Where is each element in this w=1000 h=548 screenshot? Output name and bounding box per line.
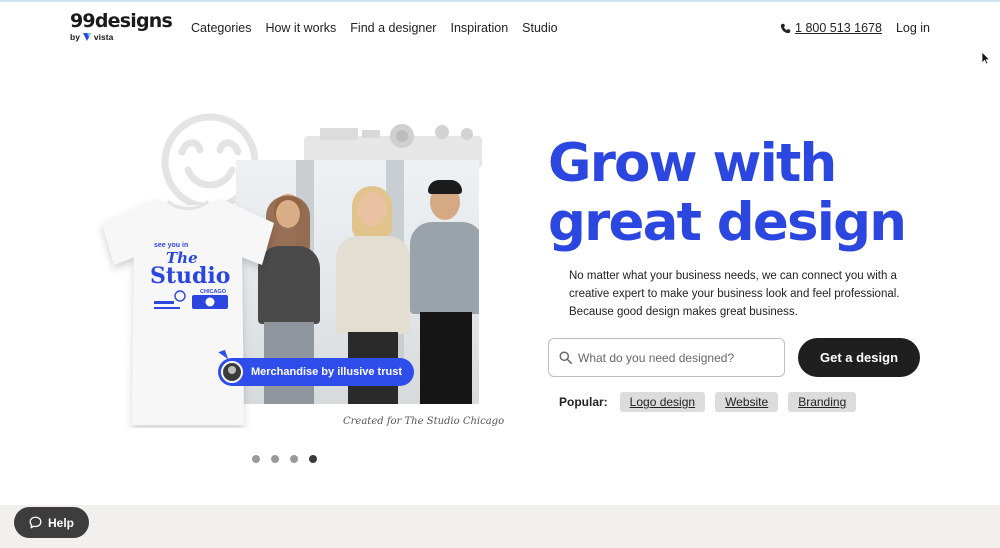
search-input[interactable]: [578, 350, 768, 365]
tshirt-graphic: see you in The Studio CHICAGO: [102, 199, 274, 425]
popular-chip-website[interactable]: Website: [715, 392, 779, 412]
header-right: 1 800 513 1678 Log in: [780, 21, 930, 35]
headline-line2: great design: [548, 192, 907, 253]
hero-subtext: No matter what your business needs, we c…: [569, 270, 900, 318]
search-icon: [559, 351, 572, 364]
popular-label: Popular:: [559, 395, 608, 409]
carousel-dot-2[interactable]: [271, 455, 279, 463]
shirt-line1: see you in: [154, 242, 188, 249]
person-right: [408, 180, 479, 404]
vista-icon: [82, 33, 91, 41]
nav-how-it-works[interactable]: How it works: [265, 21, 336, 35]
badge-text: Merchandise by illusive trust: [251, 366, 402, 378]
nav-studio[interactable]: Studio: [522, 21, 557, 35]
site-header: 99designs by vista Categories How it wor…: [0, 0, 1000, 58]
logo-wordmark: 99designs: [70, 10, 173, 32]
carousel-dots: [252, 455, 317, 463]
vista-text: vista: [93, 32, 114, 42]
logo[interactable]: 99designs by vista: [70, 10, 173, 42]
popular-searches: Popular: Logo design Website Branding: [559, 392, 857, 412]
phone-icon: [780, 23, 791, 33]
shirt-line4: CHICAGO: [200, 289, 227, 295]
help-button[interactable]: Help: [14, 507, 89, 538]
bottom-band: [0, 505, 1000, 548]
headline-line1: Grow with: [548, 133, 837, 194]
nav-inspiration[interactable]: Inspiration: [450, 21, 508, 35]
carousel-dot-3[interactable]: [290, 455, 298, 463]
carousel-dot-4[interactable]: [309, 455, 317, 463]
collage-caption: Created for The Studio Chicago: [343, 416, 505, 427]
help-label: Help: [47, 515, 74, 530]
logo-byline: by vista: [70, 32, 172, 42]
hero-headline: Grow with great design: [548, 134, 948, 252]
designer-badge[interactable]: Merchandise by illusive trust: [218, 358, 414, 386]
byline-text: by: [70, 32, 80, 42]
nav-find-a-designer[interactable]: Find a designer: [350, 21, 436, 35]
phone-number: 1 800 513 1678: [795, 21, 882, 35]
shirt-line3: Studio: [150, 263, 230, 289]
carousel-dot-1[interactable]: [252, 455, 260, 463]
popular-chip-logo-design[interactable]: Logo design: [619, 392, 706, 412]
get-a-design-button[interactable]: Get a design: [798, 338, 920, 377]
search-box[interactable]: [548, 338, 785, 377]
popular-chip-branding[interactable]: Branding: [788, 392, 857, 412]
phone-link[interactable]: 1 800 513 1678: [780, 21, 882, 35]
avatar: [221, 361, 243, 383]
chat-bubble-icon: [29, 516, 42, 529]
mouse-cursor-icon: [981, 51, 991, 65]
login-link[interactable]: Log in: [896, 21, 930, 35]
nav-categories[interactable]: Categories: [191, 21, 251, 35]
main-nav: Categories How it works Find a designer …: [191, 21, 558, 35]
